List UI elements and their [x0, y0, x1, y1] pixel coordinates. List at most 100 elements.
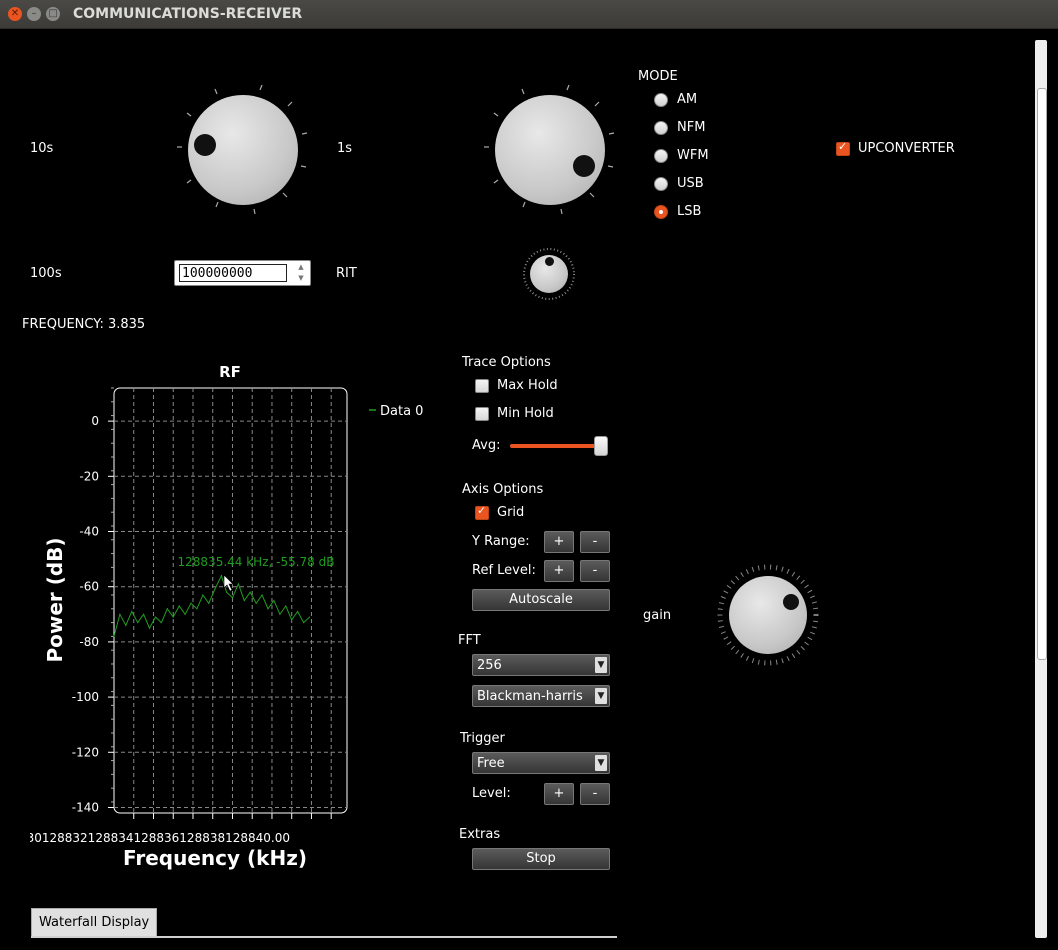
radio-am[interactable]: [654, 93, 668, 107]
chart-title: RF: [219, 363, 241, 381]
fft-window-value: Blackman-harris: [477, 689, 583, 704]
trigger-level-minus-button[interactable]: -: [580, 783, 610, 805]
data-point: [249, 591, 251, 593]
chevron-down-icon[interactable]: ▼: [595, 755, 607, 771]
fft-window-dropdown[interactable]: Blackman-harris ▼: [472, 685, 610, 707]
frequency-spinbox[interactable]: ▲ ▼: [174, 260, 311, 286]
data-point: [184, 613, 186, 615]
tab-panel-border: [31, 936, 617, 938]
ones-dial-knob[interactable]: [495, 95, 605, 205]
y-range-minus-button[interactable]: -: [580, 531, 610, 553]
ref-level-plus-button[interactable]: +: [544, 560, 574, 582]
trigger-level-plus-button[interactable]: +: [544, 783, 574, 805]
y-axis-label: Power (dB): [43, 537, 67, 662]
data-point: [178, 605, 180, 607]
data-point: [255, 602, 257, 604]
gain-dial[interactable]: [716, 563, 820, 667]
tab-waterfall-display[interactable]: Waterfall Display: [31, 908, 158, 936]
avg-slider-track[interactable]: [510, 444, 603, 448]
data-point: [166, 608, 168, 610]
title-bar: ✕ – □ COMMUNICATIONS-RECEIVER: [0, 0, 1058, 29]
data-point: [125, 624, 127, 626]
y-tick-label: -40: [79, 525, 99, 539]
max-hold-checkbox[interactable]: [475, 379, 489, 393]
data-point: [160, 621, 162, 624]
y-tick-label: -100: [72, 690, 99, 704]
window-title: COMMUNICATIONS-RECEIVER: [73, 6, 303, 22]
chevron-down-icon[interactable]: ▼: [595, 657, 607, 673]
ref-level-minus-button[interactable]: -: [580, 560, 610, 582]
frequency-input[interactable]: [179, 264, 287, 282]
rit-dial[interactable]: [522, 247, 576, 301]
data-point: [214, 588, 216, 591]
radio-lsb[interactable]: [654, 205, 668, 219]
grid-checkbox[interactable]: [475, 504, 489, 520]
radio-usb[interactable]: [654, 177, 668, 191]
radio-am-label[interactable]: AM: [677, 92, 697, 107]
data-point: [196, 608, 198, 610]
trigger-level-label: Level:: [472, 786, 511, 801]
y-axis: 0 -20 -40 -60 -80 -100 -120 -140: [72, 387, 114, 814]
radio-nfm[interactable]: [654, 121, 668, 135]
max-hold-label[interactable]: Max Hold: [497, 378, 558, 393]
gain-label: gain: [643, 608, 672, 623]
ref-level-label: Ref Level:: [472, 563, 536, 578]
ones-dial[interactable]: [480, 80, 620, 220]
data-point: [154, 616, 157, 618]
fft-size-dropdown[interactable]: 256 ▼: [472, 654, 610, 676]
avg-slider-handle[interactable]: [594, 436, 608, 456]
radio-nfm-label[interactable]: NFM: [677, 120, 705, 135]
rf-chart: RF 0 -20 -40 -60 -80 -100 -120 -140 12883012883…: [30, 363, 423, 870]
radio-usb-label[interactable]: USB: [677, 176, 704, 191]
close-window-button[interactable]: ✕: [8, 7, 22, 21]
y-tick-label: -80: [79, 635, 99, 649]
data-point: [291, 619, 293, 621]
marker-label: 128835.44 kHz, -55.78 dB: [178, 555, 335, 569]
scrollbar-thumb[interactable]: [1037, 88, 1047, 660]
data-point: [143, 613, 145, 615]
chevron-down-icon[interactable]: ▼: [595, 688, 607, 704]
trigger-mode-dropdown[interactable]: Free ▼: [472, 752, 610, 774]
stop-button[interactable]: Stop: [472, 848, 610, 870]
radio-lsb-label[interactable]: LSB: [677, 204, 701, 219]
minimize-window-button[interactable]: –: [27, 7, 41, 21]
grid-label[interactable]: Grid: [497, 505, 524, 520]
x-tick-labels: 128830128832128834128836128838128840.00: [30, 831, 290, 845]
tens-dial-indicator: [194, 134, 216, 156]
data-point: [237, 583, 239, 585]
fft-size-value: 256: [477, 658, 502, 673]
hundreds-label: 100s: [30, 266, 62, 281]
data-point: [243, 599, 245, 602]
radio-wfm-label[interactable]: WFM: [677, 148, 709, 163]
mode-title: MODE: [638, 69, 678, 84]
y-tick-label: -140: [72, 800, 99, 814]
data-point: [261, 594, 263, 596]
upconverter-checkbox[interactable]: [836, 140, 850, 156]
tens-dial[interactable]: [173, 80, 313, 220]
data-point: [148, 627, 151, 629]
spin-down-arrow-icon[interactable]: ▼: [294, 273, 308, 284]
trace-options-title: Trace Options: [462, 355, 551, 370]
gain-dial-knob[interactable]: [729, 576, 807, 654]
upconverter-label[interactable]: UPCONVERTER: [858, 141, 955, 156]
ones-dial-indicator: [573, 155, 595, 177]
data-point: [113, 635, 115, 637]
maximize-window-button[interactable]: □: [46, 7, 60, 21]
autoscale-button[interactable]: Autoscale: [472, 589, 610, 611]
axis-options-title: Axis Options: [462, 482, 544, 497]
spin-up-arrow-icon[interactable]: ▲: [294, 262, 308, 273]
data-point: [131, 610, 133, 613]
y-tick-label: -60: [79, 580, 99, 594]
data-point: [297, 610, 299, 613]
radio-wfm[interactable]: [654, 149, 668, 163]
y-range-plus-button[interactable]: +: [544, 531, 574, 553]
data-point: [302, 621, 305, 624]
ones-label: 1s: [337, 141, 353, 156]
data-point: [231, 597, 234, 599]
data-point: [225, 591, 228, 593]
y-tick-label: -20: [79, 469, 99, 483]
y-tick-label: -120: [72, 745, 99, 759]
min-hold-checkbox[interactable]: [475, 407, 489, 421]
min-hold-label[interactable]: Min Hold: [497, 406, 554, 421]
data-point: [220, 575, 223, 577]
